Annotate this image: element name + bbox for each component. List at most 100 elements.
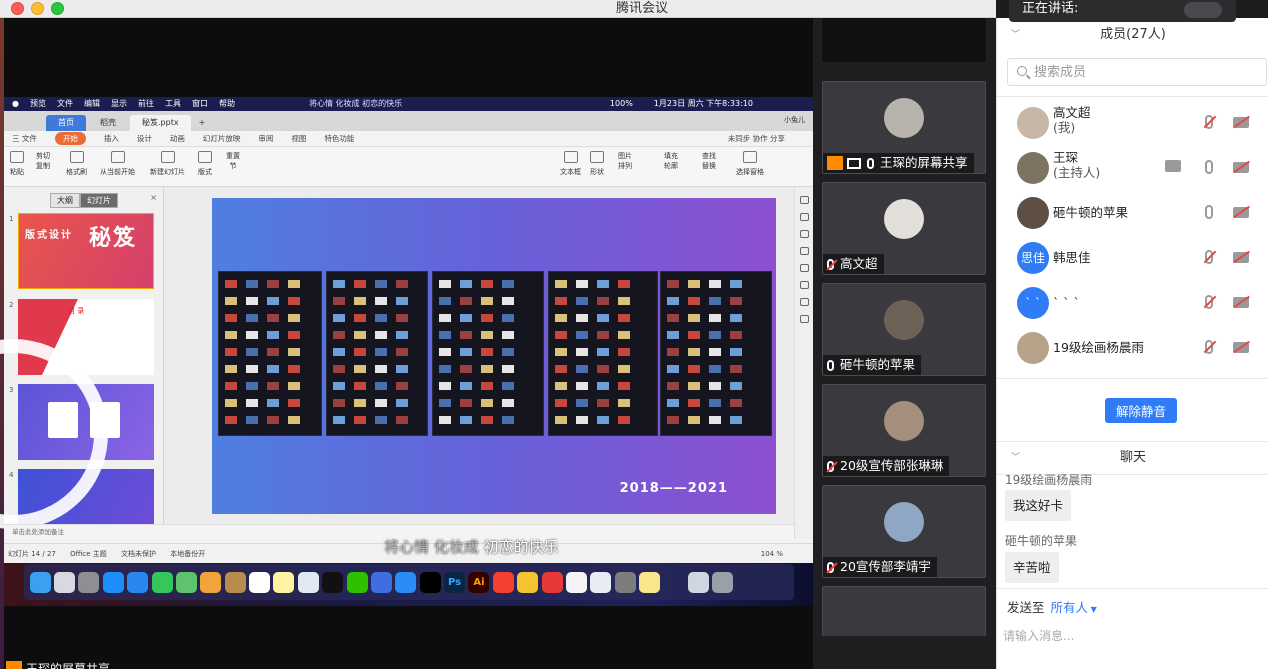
file-thumbnail [730, 348, 742, 356]
send-to-label: 发送至 [1007, 600, 1045, 615]
member-name-text: ` ` ` [1053, 295, 1080, 310]
file-thumbnail [375, 365, 387, 373]
divider [997, 441, 1268, 442]
chevron-down-icon[interactable]: ﹀ [1011, 20, 1020, 50]
member-row[interactable]: 王琛 (主持人) [997, 146, 1268, 190]
file-thumbnail [481, 365, 493, 373]
member-role: (主持人) [1053, 165, 1101, 180]
file-thumbnail [555, 348, 567, 356]
zoom-level: 104 % [760, 550, 783, 558]
music-title: 将心情 化妆成 初恋的快乐 [309, 99, 403, 108]
camera-off-icon[interactable] [1233, 162, 1249, 173]
right-toolbar [794, 187, 813, 539]
mic-icon[interactable] [1205, 160, 1213, 174]
speaking-label: 正在讲话: [1022, 1, 1079, 16]
ribbon-reset: 重置节 [226, 152, 240, 170]
screenshot-panel [548, 271, 658, 436]
member-row[interactable]: 砸牛顿的苹果 [997, 191, 1268, 235]
mic-icon [827, 359, 834, 371]
file-thumbnail [288, 399, 300, 407]
file-thumbnail [460, 314, 472, 322]
file-thumbnail [267, 297, 279, 305]
video-tile-share[interactable]: 王琛的屏幕共享 [822, 81, 986, 174]
member-row[interactable]: 高文超 (我) [997, 101, 1268, 145]
members-header[interactable]: ﹀ 成员(27人) [997, 20, 1268, 50]
mic-muted-icon[interactable] [1205, 250, 1213, 264]
file-thumbnail [246, 348, 258, 356]
member-row[interactable]: ` ` ` ` ` [997, 281, 1268, 325]
screenshot-panel [432, 271, 544, 436]
mic-icon[interactable] [1205, 205, 1213, 219]
file-thumbnail [246, 382, 258, 390]
camera-off-icon[interactable] [1233, 207, 1249, 218]
tool-icon [799, 281, 809, 289]
file-thumbnail [396, 399, 408, 407]
mic-muted-icon[interactable] [1205, 295, 1213, 309]
video-tile-lijingyu[interactable]: 20宣传部李靖宇 [822, 485, 986, 578]
menu-tools: 工具 [164, 99, 181, 108]
member-search[interactable] [1007, 58, 1267, 86]
chat-sender: 砸牛顿的苹果 [1005, 534, 1078, 548]
mic-muted-icon[interactable] [1205, 340, 1213, 354]
file-thumbnail [225, 331, 237, 339]
file-thumbnail [555, 297, 567, 305]
send-to[interactable]: 发送至 所有人 ▼ [1007, 597, 1097, 616]
appstore-icon [102, 571, 124, 593]
camera-off-icon[interactable] [1233, 252, 1249, 263]
member-search-input[interactable] [1034, 63, 1254, 81]
thumb-number: 1 [9, 215, 14, 223]
member-name-text: 19级绘画杨晨雨 [1053, 340, 1144, 355]
file-thumbnail [267, 331, 279, 339]
caret-down-icon[interactable]: ▼ [1088, 605, 1097, 614]
file-thumbnail [375, 297, 387, 305]
file-thumbnail [667, 399, 679, 407]
wps-menu-file: 三 文件 [12, 134, 37, 143]
mic-muted-icon [827, 561, 834, 573]
screenshot-icon [687, 571, 709, 593]
file-thumbnail [667, 297, 679, 305]
chat-sender: 19级绘画杨晨雨 [1005, 473, 1093, 487]
send-to-target[interactable]: 所有人 [1051, 600, 1089, 615]
mic-muted-icon[interactable] [1205, 115, 1213, 129]
tile-name-bar: 砸牛顿的苹果 [823, 355, 922, 375]
camera-off-icon[interactable] [1233, 342, 1249, 353]
unmute-all-button[interactable]: 解除静音 [1105, 398, 1177, 423]
file-thumbnail [460, 331, 472, 339]
file-thumbnail [667, 416, 679, 424]
file-thumbnail [597, 297, 609, 305]
member-row[interactable]: 19级绘画杨晨雨 [997, 326, 1268, 370]
avatar [884, 502, 924, 542]
camera-off-icon[interactable] [1233, 297, 1249, 308]
member-row[interactable]: 思佳 韩思佳 [997, 236, 1268, 280]
file-thumbnail [333, 416, 345, 424]
ribbon-selection-pane: 选择窗格 [736, 151, 764, 177]
tile-name-bar: 20级宣传部张琳琳 [823, 456, 950, 476]
video-tile-gaowenchao[interactable]: 高文超 [822, 182, 986, 275]
member-name: 韩思佳 [1053, 250, 1091, 265]
file-thumbnail [225, 365, 237, 373]
file-thumbnail [576, 416, 588, 424]
video-tile-apple[interactable]: 砸牛顿的苹果 [822, 283, 986, 376]
ribbon-textbox: 文本框 [560, 151, 581, 177]
share-source-name: 王琛的屏幕共享 [26, 661, 111, 669]
file-thumbnail [267, 416, 279, 424]
file-thumbnail [597, 365, 609, 373]
file-thumbnail [688, 365, 700, 373]
file-thumbnail [618, 348, 630, 356]
tool-icon [799, 213, 809, 221]
file-thumbnail [439, 348, 451, 356]
chat-header[interactable]: ﹀ 聊天 [997, 443, 1268, 473]
file-thumbnail [225, 314, 237, 322]
video-tile-zhanglinlin[interactable]: 20级宣传部张琳琳 [822, 384, 986, 477]
file-thumbnail [618, 365, 630, 373]
share-source-label: 王琛的屏幕共享 [6, 658, 110, 669]
chevron-down-icon[interactable]: ﹀ [1011, 443, 1020, 473]
file-thumbnail [288, 416, 300, 424]
apple-icon: ● [12, 99, 19, 108]
ribbon-fill: 填充 轮廓 [664, 152, 678, 170]
camera-off-icon[interactable] [1233, 117, 1249, 128]
chat-input[interactable] [1003, 624, 1263, 648]
file-thumbnail [439, 280, 451, 288]
file-thumbnail [246, 280, 258, 288]
avatar [1017, 107, 1049, 139]
